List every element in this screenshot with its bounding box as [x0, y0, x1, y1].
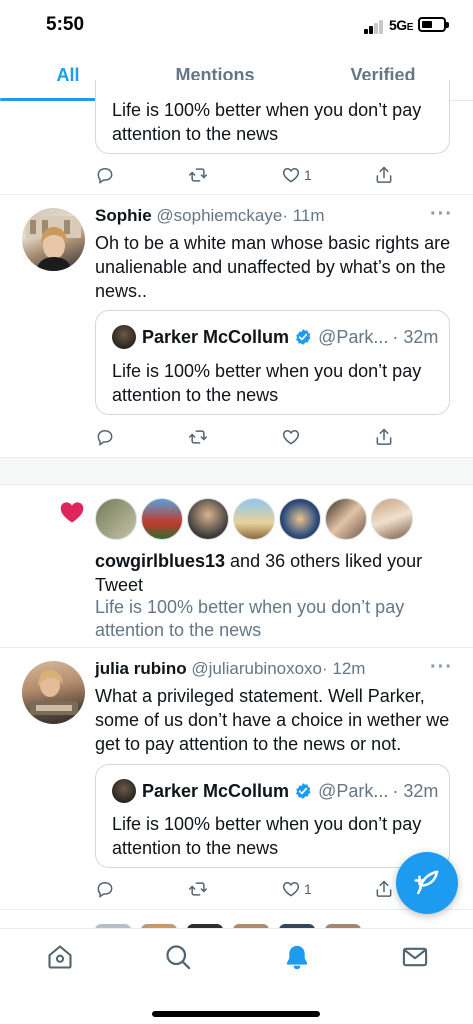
verified-badge-icon: [296, 329, 311, 345]
reply-button[interactable]: [95, 164, 115, 186]
liker-avatar[interactable]: [187, 498, 229, 540]
liker-avatar[interactable]: [371, 498, 413, 540]
battery-icon: [418, 17, 449, 32]
avatar[interactable]: [22, 208, 85, 271]
retweet-icon: [188, 882, 208, 896]
reply-button[interactable]: [95, 426, 115, 448]
retweet-button[interactable]: [188, 878, 208, 900]
quote-avatar: [112, 779, 136, 803]
bottom-navigation: [0, 928, 473, 1024]
quote-header: Parker McCollum @Park... · 32m: [112, 779, 438, 803]
more-options-button[interactable]: ···: [430, 203, 453, 226]
reply-icon: [97, 167, 113, 184]
liker-avatar[interactable]: [279, 498, 321, 540]
messages-icon: [402, 947, 428, 967]
network-indicator: 5GE: [389, 17, 413, 33]
like-button[interactable]: [281, 426, 301, 448]
search-icon: [166, 945, 191, 970]
section-separator: [0, 457, 473, 485]
liker-username[interactable]: cowgirlblues13: [95, 551, 225, 571]
quote-text: Life is 100% better when you don’t pay a…: [112, 814, 422, 858]
liker-avatar[interactable]: [141, 498, 183, 540]
retweet-icon: [188, 168, 208, 182]
status-bar: 5:50 5GE: [0, 0, 473, 52]
author-handle[interactable]: @juliarubinoxoxo: [191, 659, 322, 678]
avatar[interactable]: [22, 661, 85, 724]
verified-badge-icon: [296, 783, 311, 799]
liker-avatar[interactable]: [325, 498, 367, 540]
quote-card[interactable]: Parker McCollum @Park... · 32m Life is 10…: [95, 764, 450, 868]
reply-button[interactable]: [95, 878, 115, 900]
share-button[interactable]: [374, 878, 394, 900]
author-handle[interactable]: @sophiemckaye: [156, 206, 282, 225]
compose-tweet-icon: [414, 870, 439, 895]
quote-time: · 32m: [392, 326, 439, 347]
divider: [0, 194, 473, 195]
reply-icon: [97, 881, 113, 898]
quote-text: Life is 100% better when you don’t pay a…: [112, 361, 422, 405]
nav-messages[interactable]: [401, 943, 429, 971]
more-options-button[interactable]: ···: [430, 656, 453, 679]
quote-card[interactable]: Life is 100% better when you don’t pay a…: [95, 80, 450, 154]
retweet-icon: [188, 430, 208, 444]
tweet-text: Oh to be a white man whose basic rights …: [95, 233, 451, 301]
quote-time: · 32m: [392, 780, 439, 801]
status-time: 5:50: [46, 14, 85, 35]
quote-author-handle: @Park...: [318, 780, 389, 801]
quote-author-handle: @Park...: [318, 326, 389, 347]
like-count: 1: [304, 881, 312, 897]
quote-author-name: Parker McCollum: [142, 780, 290, 801]
home-icon: [48, 945, 72, 969]
retweet-button[interactable]: [188, 164, 208, 186]
quote-avatar: [112, 325, 136, 349]
reply-icon: [97, 429, 113, 446]
like-count: 1: [304, 167, 312, 183]
tweet-time: · 12m: [322, 659, 366, 678]
tweet-actions: 1: [95, 164, 405, 186]
like-icon: [282, 429, 300, 445]
quote-card[interactable]: Parker McCollum @Park... · 32m Life is 10…: [95, 310, 450, 415]
share-icon: [376, 880, 392, 897]
tweet-header: Sophie @sophiemckaye· 11m: [95, 206, 325, 226]
liked-tweet-preview[interactable]: Life is 100% better when you don’t pay a…: [95, 596, 435, 642]
share-icon: [376, 166, 392, 183]
author-name[interactable]: Sophie: [95, 206, 152, 225]
quote-author-name: Parker McCollum: [142, 326, 290, 347]
nav-search[interactable]: [164, 943, 192, 971]
like-notification-icon: [60, 502, 84, 523]
like-icon: [282, 881, 300, 897]
notifications-icon: [286, 945, 308, 970]
tweet-time: · 11m: [282, 206, 325, 225]
tweet-actions: [95, 426, 405, 448]
share-button[interactable]: [374, 426, 394, 448]
nav-home[interactable]: [46, 943, 74, 971]
liker-avatar[interactable]: [233, 498, 275, 540]
divider: [0, 909, 473, 910]
signal-icon: [364, 20, 386, 34]
quote-text: Life is 100% better when you don’t pay a…: [112, 100, 422, 144]
tweet-header: julia rubino @juliarubinoxoxo· 12m: [95, 659, 365, 679]
tweet-text: What a privileged statement. Well Parker…: [95, 686, 450, 754]
home-indicator: [152, 1011, 320, 1017]
author-name[interactable]: julia rubino: [95, 659, 187, 678]
share-button[interactable]: [374, 164, 394, 186]
retweet-button[interactable]: [188, 426, 208, 448]
liker-avatar[interactable]: [95, 498, 137, 540]
like-button[interactable]: 1: [281, 878, 312, 900]
quote-header: Parker McCollum @Park... · 32m: [112, 325, 438, 349]
tweet-actions: 1: [95, 878, 405, 900]
like-icon: [282, 167, 300, 183]
share-icon: [376, 428, 392, 445]
compose-tweet-button[interactable]: [396, 852, 458, 914]
like-notification-text[interactable]: cowgirlblues13 and 36 others liked your …: [95, 549, 455, 597]
divider: [0, 647, 473, 648]
nav-notifications[interactable]: [283, 943, 311, 971]
like-button[interactable]: 1: [281, 164, 312, 186]
